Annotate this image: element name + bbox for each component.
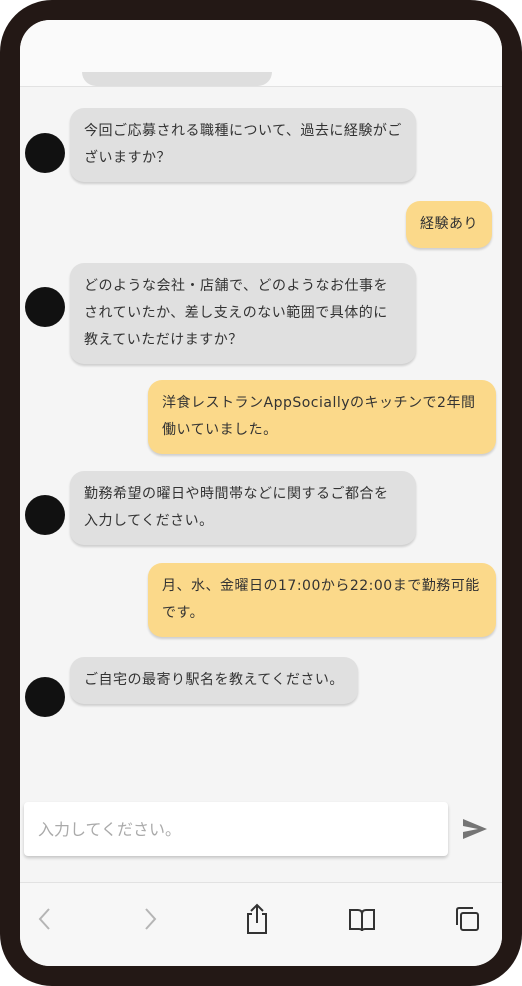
chevron-left-icon[interactable] (25, 899, 65, 939)
user-message: 洋食レストランAppSociallyのキッチンで2年間働いていました。 (148, 380, 496, 454)
message-input[interactable] (24, 802, 448, 856)
bot-avatar (25, 495, 65, 535)
phone-frame: 今回ご応募される職種について、過去に経験がございますか？ 経験あり どのような会… (0, 0, 522, 986)
chat-area[interactable]: 今回ご応募される職種について、過去に経験がございますか？ 経験あり どのような会… (20, 87, 502, 787)
bot-avatar (25, 287, 65, 327)
bot-message: どのような会社・店舗で、どのようなお仕事をされていたか、差し支えのない範囲で具体… (70, 263, 416, 364)
bot-message: ご自宅の最寄り駅名を教えてください。 (70, 657, 358, 704)
user-message: 経験あり (406, 201, 492, 248)
send-icon[interactable] (460, 814, 490, 844)
header-bar (20, 20, 502, 87)
phone-screen: 今回ご応募される職種について、過去に経験がございますか？ 経験あり どのような会… (20, 20, 502, 966)
bot-avatar (25, 133, 65, 173)
bot-message: 今回ご応募される職種について、過去に経験がございますか？ (70, 108, 416, 182)
message-input-bar (20, 798, 502, 860)
bot-message: 勤務希望の曜日や時間帯などに関するご都合を入力してください。 (70, 471, 416, 545)
user-message: 月、水、金曜日の17:00から22:00まで勤務可能です。 (148, 563, 496, 637)
chevron-right-icon[interactable] (130, 899, 170, 939)
book-icon[interactable] (342, 899, 382, 939)
previous-message-edge (82, 72, 272, 86)
browser-toolbar (20, 882, 502, 966)
share-icon[interactable] (237, 899, 277, 939)
tabs-icon[interactable] (447, 899, 487, 939)
bot-avatar (25, 677, 65, 717)
